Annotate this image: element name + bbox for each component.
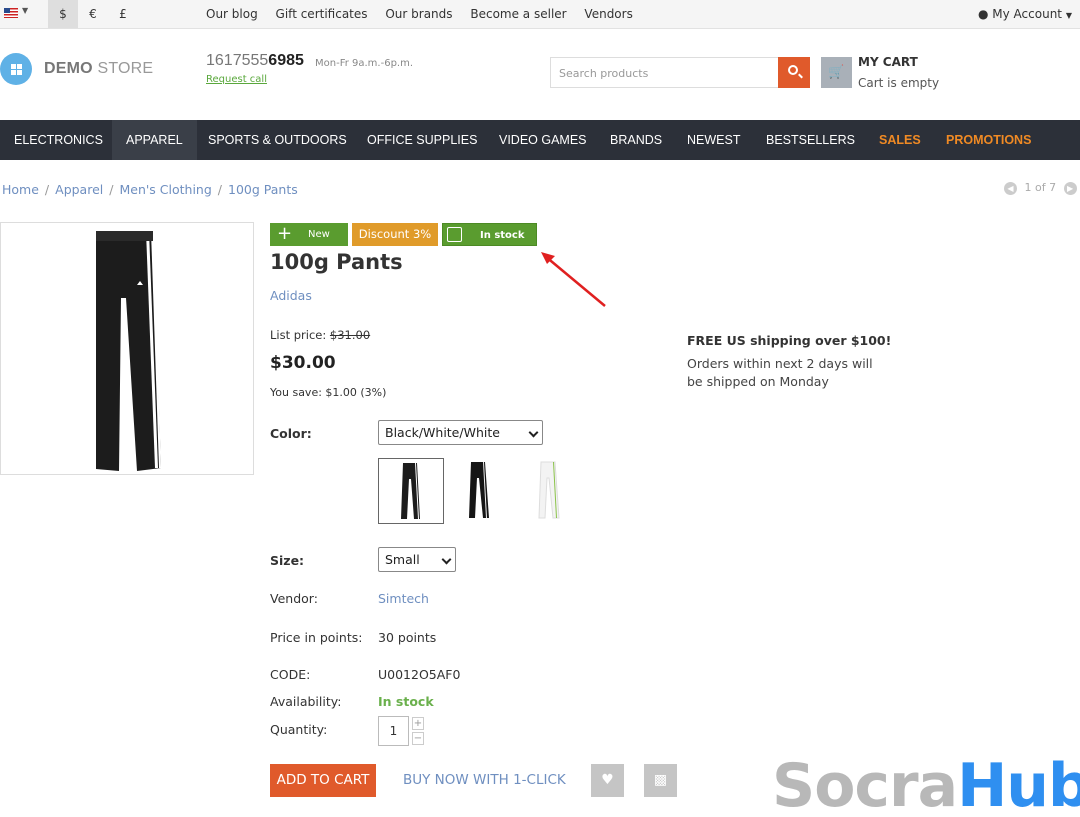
nav-video-games[interactable]: VIDEO GAMES: [499, 120, 587, 160]
shipping-promo-text: Orders within next 2 days will be shippe…: [687, 356, 873, 389]
size-select[interactable]: Small: [378, 547, 456, 572]
cart-icon[interactable]: 🛒: [821, 57, 852, 88]
red-arrow-annotation: [541, 252, 606, 307]
availability-label: Availability:: [270, 694, 342, 709]
chevron-down-icon: ▼: [1065, 11, 1072, 20]
vendor-link[interactable]: Simtech: [378, 591, 429, 606]
currency-usd[interactable]: $: [48, 0, 78, 28]
nav-brands[interactable]: BRANDS: [610, 120, 662, 160]
logo-text[interactable]: DEMO STORE: [44, 60, 153, 78]
nav-promotions[interactable]: PROMOTIONS: [946, 120, 1031, 160]
search-button[interactable]: [778, 57, 810, 88]
in-stock-badge: In stock: [442, 223, 537, 246]
quantity-decrease-button[interactable]: −: [412, 732, 424, 745]
shipping-promo-title: FREE US shipping over $100!: [687, 333, 892, 348]
breadcrumb-current[interactable]: 100g Pants: [228, 182, 298, 197]
nav-office-supplies[interactable]: OFFICE SUPPLIES: [367, 120, 477, 160]
quantity-input[interactable]: 1: [378, 716, 409, 746]
breadcrumb: Home / Apparel / Men's Clothing / 100g Pants: [2, 182, 298, 197]
stock-check-icon: [447, 227, 462, 242]
prev-arrow-icon[interactable]: ◀: [1004, 181, 1017, 195]
plus-icon: +: [277, 223, 293, 244]
points-value: 30 points: [378, 630, 437, 645]
my-account-menu[interactable]: ● My Account ▼: [978, 0, 1072, 30]
main-nav: ELECTRONICS APPAREL SPORTS & OUTDOORS OF…: [0, 120, 1080, 160]
pants-image: [96, 231, 161, 471]
size-label: Size:: [270, 553, 305, 568]
socrahub-watermark: SocraHub: [772, 751, 1080, 817]
breadcrumb-separator: /: [109, 182, 114, 197]
color-label: Color:: [270, 426, 312, 441]
next-arrow-icon[interactable]: ▶: [1063, 181, 1077, 195]
currency-eur[interactable]: €: [78, 0, 108, 28]
add-to-cart-button[interactable]: ADD TO CART: [270, 764, 376, 797]
my-account-label: My Account: [992, 7, 1063, 21]
link-vendors[interactable]: Vendors: [584, 7, 632, 21]
product-image[interactable]: [0, 222, 254, 475]
breadcrumb-mens-clothing[interactable]: Men's Clothing: [119, 182, 211, 197]
color-swatch-white[interactable]: [517, 458, 583, 524]
wishlist-button[interactable]: ♥: [591, 764, 624, 797]
code-label: CODE:: [270, 667, 311, 682]
nav-sales[interactable]: SALES: [879, 120, 921, 160]
search-input[interactable]: Search products: [550, 57, 779, 88]
discount-badge: Discount 3%: [352, 223, 438, 246]
product-brand-link[interactable]: Adidas: [270, 288, 312, 303]
list-price: List price: $31.00: [270, 328, 371, 342]
breadcrumb-home[interactable]: Home: [2, 182, 39, 197]
top-links: Our blog Gift certificates Our brands Be…: [206, 0, 647, 28]
code-value: U0012O5AF0: [378, 667, 461, 682]
top-bar: ▼ $ € £ Our blog Gift certificates Our b…: [0, 0, 1080, 29]
currency-gbp[interactable]: £: [108, 0, 138, 28]
buy-now-one-click-button[interactable]: BUY NOW WITH 1-CLICK: [403, 772, 566, 788]
product-pager: ◀ 1 of 7 ▶: [1004, 181, 1077, 195]
breadcrumb-separator: /: [217, 182, 223, 197]
product-price: $30.00: [270, 353, 336, 373]
cart-title[interactable]: MY CART: [858, 55, 918, 69]
nav-apparel[interactable]: APPAREL: [112, 120, 197, 160]
business-hours: Mon-Fr 9a.m.-6p.m.: [315, 58, 414, 69]
points-label: Price in points:: [270, 630, 363, 645]
chevron-down-icon: [528, 427, 539, 438]
phone-number: 16175556985: [206, 52, 304, 69]
us-flag-icon[interactable]: [4, 8, 18, 18]
pager-count: 1 of 7: [1024, 181, 1057, 194]
color-swatch-black-white[interactable]: [378, 458, 444, 524]
user-icon: ●: [977, 7, 989, 21]
color-select[interactable]: Black/White/White: [378, 420, 543, 445]
new-badge: + New: [270, 223, 348, 246]
you-save: You save: $1.00 (3%): [270, 386, 387, 399]
logo-icon[interactable]: [0, 53, 32, 85]
nav-bestsellers[interactable]: BESTSELLERS: [766, 120, 855, 160]
breadcrumb-apparel[interactable]: Apparel: [55, 182, 103, 197]
link-become-seller[interactable]: Become a seller: [470, 7, 566, 21]
nav-sports-outdoors[interactable]: SPORTS & OUTDOORS: [208, 120, 347, 160]
color-swatch-black[interactable]: [447, 458, 513, 524]
vendor-label: Vendor:: [270, 591, 318, 606]
breadcrumb-separator: /: [44, 182, 50, 197]
link-our-blog[interactable]: Our blog: [206, 7, 258, 21]
caret-down-icon[interactable]: ▼: [22, 6, 28, 15]
compare-icon: ▩: [653, 772, 668, 788]
product-title: 100g Pants: [270, 250, 403, 274]
heart-icon: ♥: [601, 772, 614, 788]
link-gift-certificates[interactable]: Gift certificates: [276, 7, 368, 21]
nav-newest[interactable]: NEWEST: [687, 120, 740, 160]
request-call-link[interactable]: Request call: [206, 74, 267, 85]
compare-button[interactable]: ▩: [644, 764, 677, 797]
quantity-increase-button[interactable]: +: [412, 717, 424, 730]
chevron-down-icon: [441, 554, 452, 565]
link-our-brands[interactable]: Our brands: [385, 7, 452, 21]
nav-electronics[interactable]: ELECTRONICS: [14, 120, 103, 160]
availability-value: In stock: [378, 694, 434, 709]
quantity-label: Quantity:: [270, 722, 328, 737]
search-icon: [788, 65, 798, 75]
cart-status: Cart is empty: [858, 76, 940, 90]
